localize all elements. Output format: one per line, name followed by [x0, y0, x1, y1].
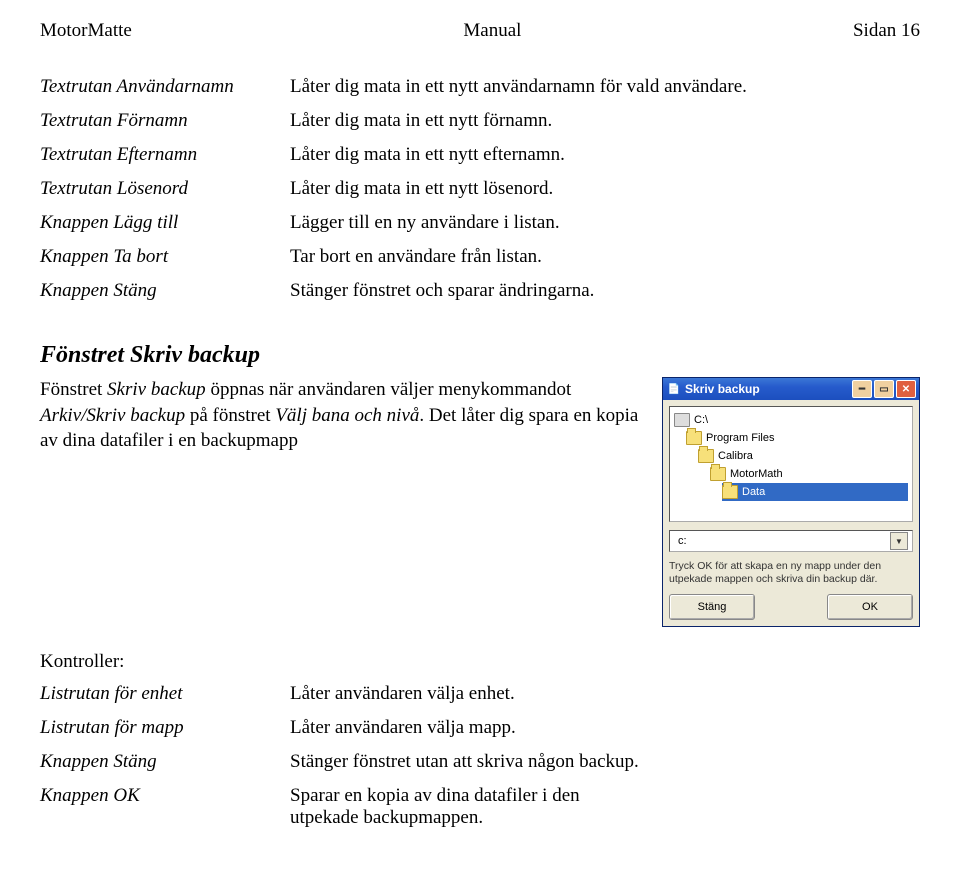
section-title: Fönstret Skriv backup: [40, 342, 920, 369]
window-title: Skriv backup: [685, 382, 850, 396]
table-row: Listrutan för mappLåter användaren välja…: [40, 711, 646, 745]
chevron-down-icon[interactable]: ▼: [890, 532, 908, 550]
table-row: Textrutan AnvändarnamnLåter dig mata in …: [40, 70, 920, 104]
description: Låter användaren välja enhet.: [290, 677, 646, 711]
tree-item-label: MotorMath: [730, 468, 783, 480]
description: Stänger fönstret och sparar ändringarna.: [290, 274, 920, 308]
description: Låter dig mata in ett nytt efternamn.: [290, 138, 920, 172]
description: Låter dig mata in ett nytt lösenord.: [290, 172, 920, 206]
table-row: Textrutan FörnamnLåter dig mata in ett n…: [40, 104, 920, 138]
drive-select-value: c:: [678, 535, 687, 547]
tree-item-label: Program Files: [706, 432, 774, 444]
window-titlebar[interactable]: 📄 Skriv backup ━ ▭ ✕: [663, 378, 919, 400]
term: Textrutan Lösenord: [40, 172, 290, 206]
folder-tree[interactable]: C:\ Program Files Calibra MotorMath Data: [669, 406, 913, 522]
header-left: MotorMatte: [40, 20, 132, 42]
term: Knappen Lägg till: [40, 206, 290, 240]
description: Låter dig mata in ett nytt förnamn.: [290, 104, 920, 138]
hint-text: Tryck OK för att skapa en ny mapp under …: [669, 560, 913, 586]
term: Textrutan Efternamn: [40, 138, 290, 172]
tree-item[interactable]: MotorMath: [710, 465, 908, 483]
term: Knappen Stäng: [40, 274, 290, 308]
term: Knappen Stäng: [40, 745, 290, 779]
backup-window: 📄 Skriv backup ━ ▭ ✕ C:\ Program Files C…: [662, 377, 920, 627]
folder-icon: [722, 485, 738, 499]
tree-item[interactable]: Program Files: [686, 429, 908, 447]
tree-item-label: Calibra: [718, 450, 753, 462]
drive-icon: [674, 413, 690, 427]
definitions-table-2: Listrutan för enhetLåter användaren välj…: [40, 677, 646, 835]
table-row: Textrutan LösenordLåter dig mata in ett …: [40, 172, 920, 206]
tree-item-label: C:\: [694, 414, 708, 426]
tree-item-label: Data: [742, 486, 765, 498]
header-right: Sidan 16: [853, 20, 920, 42]
definitions-table-1: Textrutan AnvändarnamnLåter dig mata in …: [40, 70, 920, 308]
term: Textrutan Förnamn: [40, 104, 290, 138]
folder-icon: [686, 431, 702, 445]
tree-item[interactable]: Calibra: [698, 447, 908, 465]
description: Lägger till en ny användare i listan.: [290, 206, 920, 240]
description: Låter dig mata in ett nytt användarnamn …: [290, 70, 920, 104]
description: Stänger fönstret utan att skriva någon b…: [290, 745, 646, 779]
folder-icon: [710, 467, 726, 481]
page-header: MotorMatte Manual Sidan 16: [40, 20, 920, 42]
header-center: Manual: [463, 20, 521, 42]
ok-button[interactable]: OK: [827, 594, 913, 620]
tree-item-selected[interactable]: Data: [722, 483, 908, 501]
table-row: Listrutan för enhetLåter användaren välj…: [40, 677, 646, 711]
description: Tar bort en användare från listan.: [290, 240, 920, 274]
table-row: Textrutan EfternamnLåter dig mata in ett…: [40, 138, 920, 172]
term: Listrutan för enhet: [40, 677, 290, 711]
table-row: Knappen Lägg tillLägger till en ny använ…: [40, 206, 920, 240]
section-body: Fönstret Skriv backup öppnas när använda…: [40, 377, 644, 627]
description: Sparar en kopia av dina datafiler i den …: [290, 779, 646, 835]
close-dialog-button[interactable]: Stäng: [669, 594, 755, 620]
app-icon: 📄: [667, 382, 681, 396]
folder-icon: [698, 449, 714, 463]
table-row: Knappen Ta bortTar bort en användare frå…: [40, 240, 920, 274]
drive-select[interactable]: c: ▼: [669, 530, 913, 552]
table-row: Knappen StängStänger fönstret och sparar…: [40, 274, 920, 308]
table-row: Knappen StängStänger fönstret utan att s…: [40, 745, 646, 779]
term: Knappen Ta bort: [40, 240, 290, 274]
term: Listrutan för mapp: [40, 711, 290, 745]
tree-item[interactable]: C:\: [674, 411, 908, 429]
minimize-button[interactable]: ━: [852, 380, 872, 398]
term: Knappen OK: [40, 779, 290, 835]
close-button[interactable]: ✕: [896, 380, 916, 398]
term: Textrutan Användarnamn: [40, 70, 290, 104]
controls-heading: Kontroller:: [40, 651, 920, 673]
maximize-button[interactable]: ▭: [874, 380, 894, 398]
table-row: Knappen OKSparar en kopia av dina datafi…: [40, 779, 646, 835]
description: Låter användaren välja mapp.: [290, 711, 646, 745]
